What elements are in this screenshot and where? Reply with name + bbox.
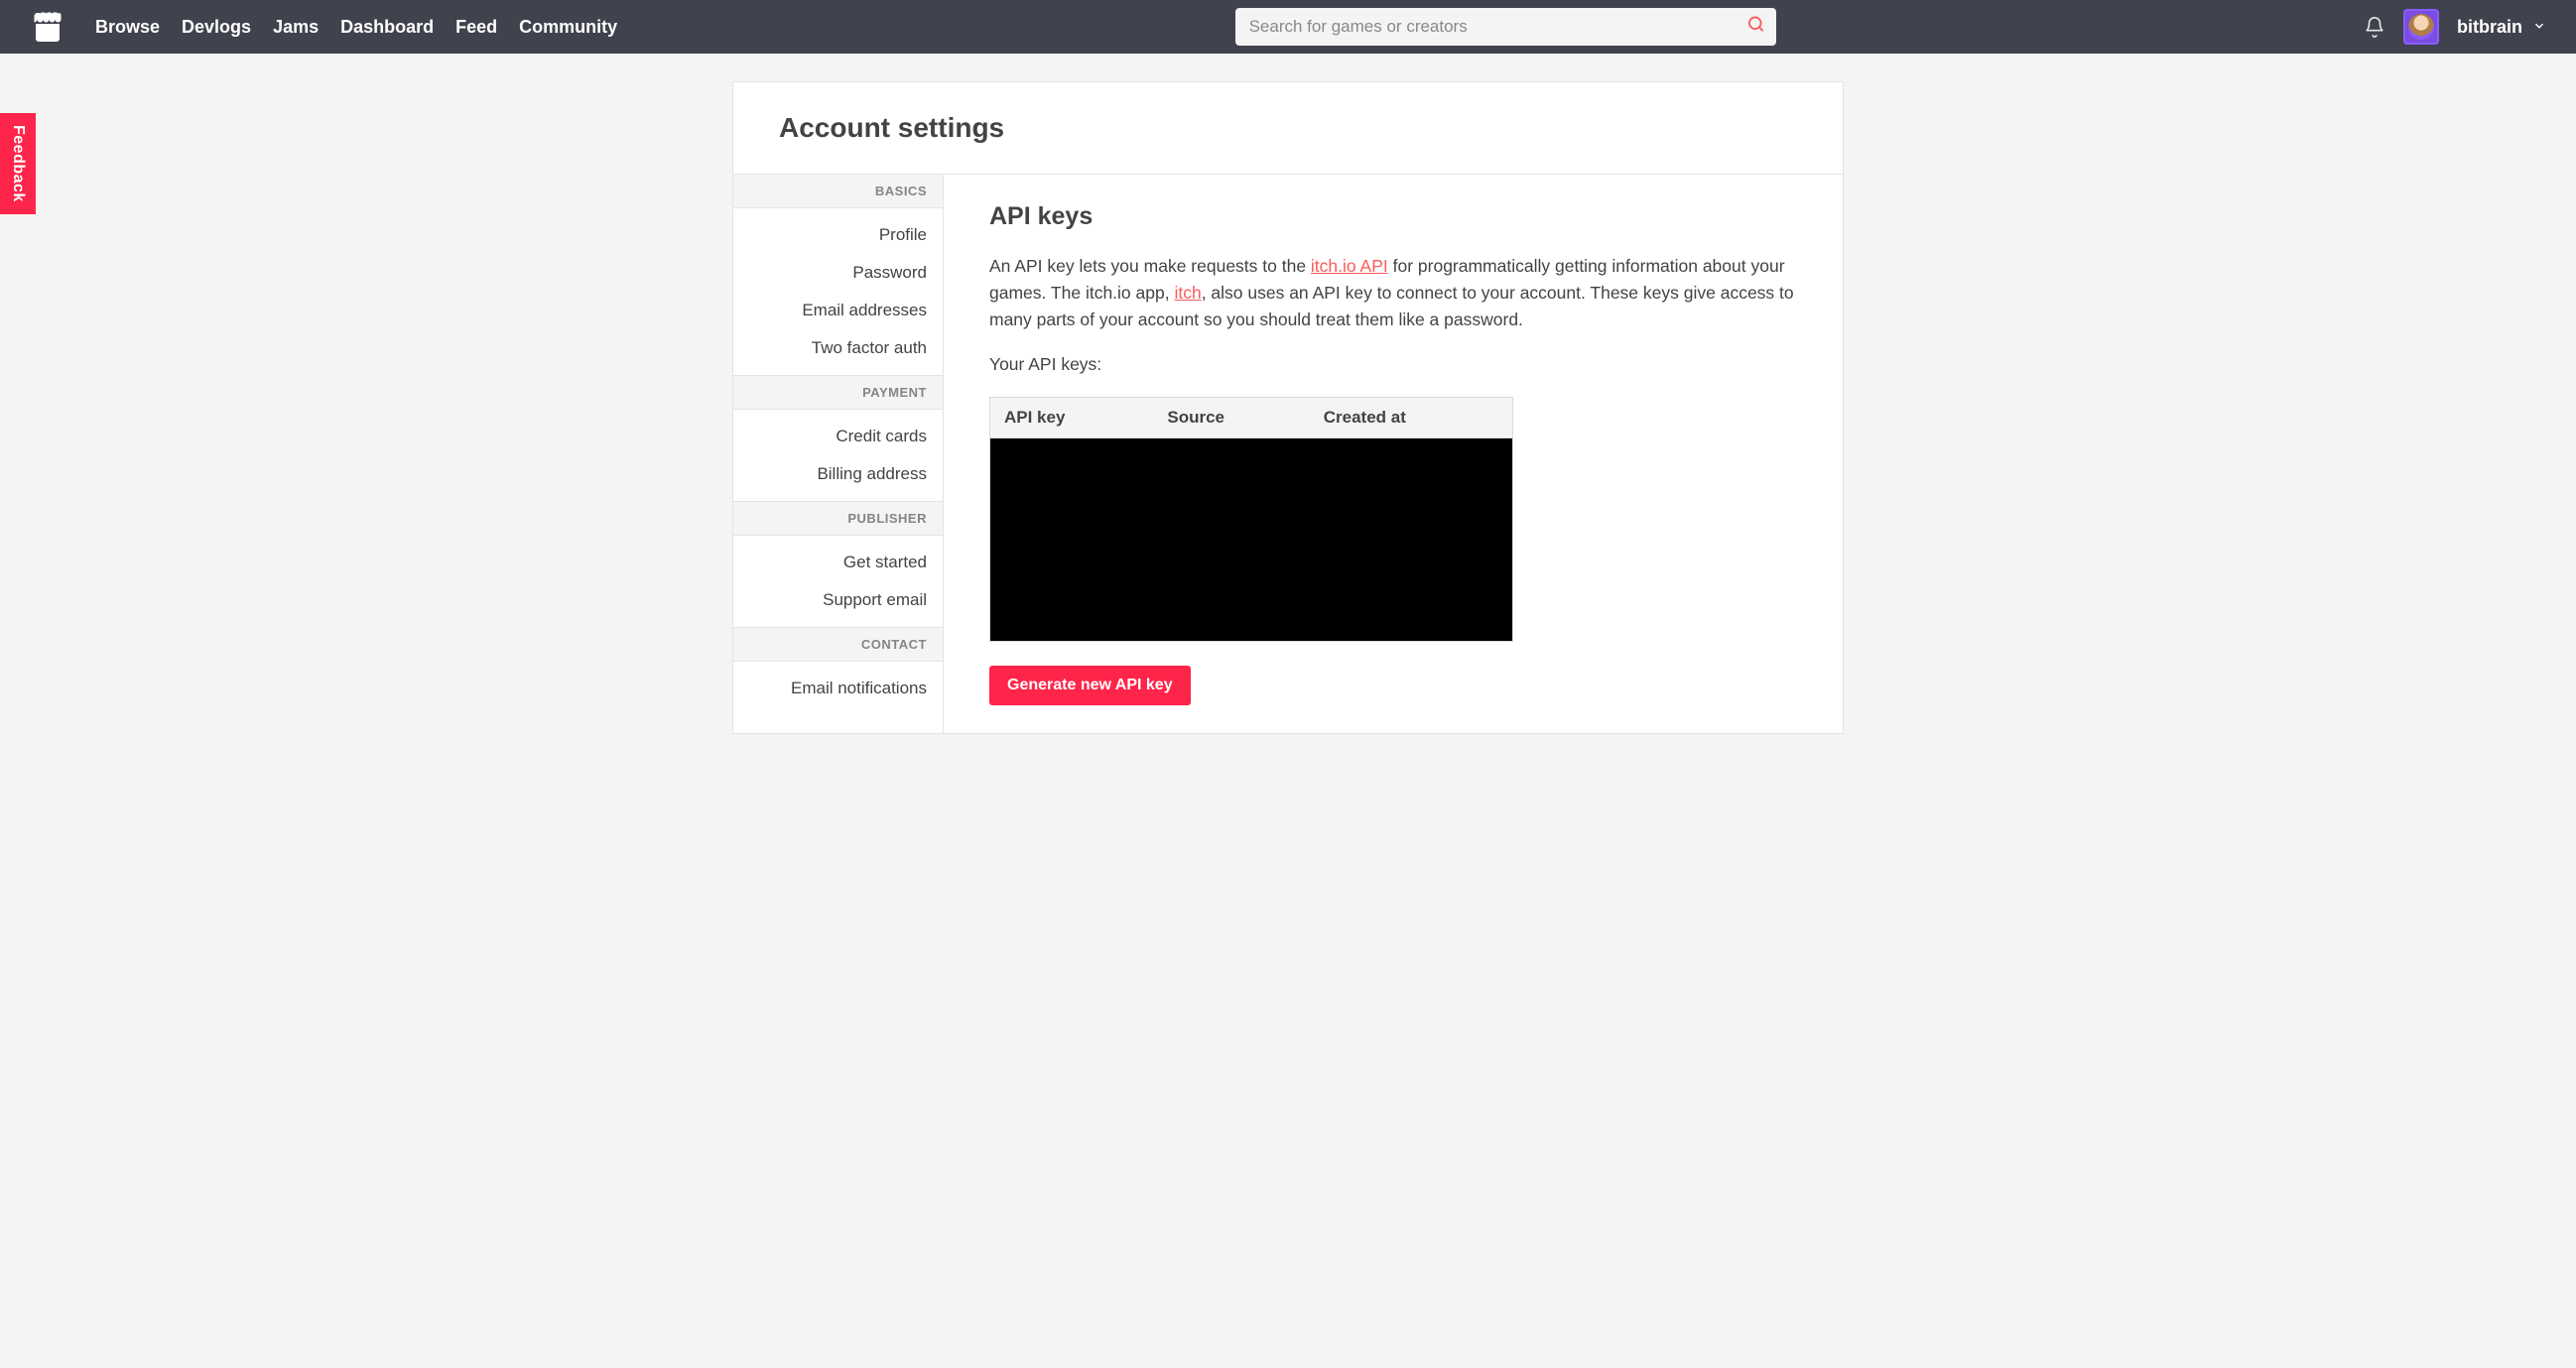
section-heading: API keys	[989, 202, 1797, 231]
sidebar-item-support-email[interactable]: Support email	[733, 581, 943, 619]
top-nav: Browse Devlogs Jams Dashboard Feed Commu…	[0, 0, 2576, 54]
chevron-down-icon	[2532, 17, 2546, 38]
sidebar-header-payment: PAYMENT	[733, 375, 943, 410]
sidebar-item-two-factor[interactable]: Two factor auth	[733, 329, 943, 367]
th-created-at: Created at	[1310, 398, 1512, 438]
sidebar-item-email-notifications[interactable]: Email notifications	[733, 670, 943, 707]
notifications-icon[interactable]	[2364, 16, 2385, 38]
api-keys-table-body-redacted	[990, 437, 1512, 641]
search-icon[interactable]	[1746, 15, 1766, 40]
th-api-key: API key	[990, 398, 1153, 438]
nav-links: Browse Devlogs Jams Dashboard Feed Commu…	[95, 17, 617, 38]
sidebar-item-profile[interactable]: Profile	[733, 216, 943, 254]
sidebar-header-basics: BASICS	[733, 175, 943, 208]
sidebar-header-contact: CONTACT	[733, 627, 943, 662]
generate-api-key-button[interactable]: Generate new API key	[989, 666, 1191, 705]
th-source: Source	[1153, 398, 1309, 438]
avatar[interactable]	[2403, 9, 2439, 45]
nav-devlogs[interactable]: Devlogs	[182, 17, 251, 38]
sidebar-item-billing-address[interactable]: Billing address	[733, 455, 943, 493]
settings-sidebar: BASICS Profile Password Email addresses …	[733, 175, 944, 733]
page-header: Account settings	[733, 82, 1843, 175]
sidebar-item-credit-cards[interactable]: Credit cards	[733, 418, 943, 455]
your-keys-label: Your API keys:	[989, 351, 1797, 378]
feedback-tab[interactable]: Feedback	[0, 113, 36, 214]
username-label: bitbrain	[2457, 17, 2522, 38]
nav-browse[interactable]: Browse	[95, 17, 160, 38]
nav-dashboard[interactable]: Dashboard	[340, 17, 434, 38]
api-keys-table: API key Source Created at	[990, 398, 1512, 642]
right-nav: bitbrain	[2364, 9, 2546, 45]
search-container	[1235, 8, 1776, 46]
main-panel: API keys An API key lets you make reques…	[944, 175, 1843, 733]
intro-paragraph: An API key lets you make requests to the…	[989, 253, 1797, 333]
api-keys-table-wrap: API key Source Created at	[989, 397, 1513, 643]
nav-feed[interactable]: Feed	[455, 17, 497, 38]
link-itchio-api[interactable]: itch.io API	[1311, 256, 1388, 276]
user-menu[interactable]: bitbrain	[2457, 17, 2546, 38]
sidebar-header-publisher: PUBLISHER	[733, 501, 943, 536]
nav-jams[interactable]: Jams	[273, 17, 319, 38]
sidebar-item-email-addresses[interactable]: Email addresses	[733, 292, 943, 329]
sidebar-item-get-started[interactable]: Get started	[733, 544, 943, 581]
link-itch-app[interactable]: itch	[1174, 283, 1201, 303]
sidebar-item-password[interactable]: Password	[733, 254, 943, 292]
site-logo[interactable]	[30, 9, 65, 45]
settings-container: Account settings BASICS Profile Password…	[732, 81, 1844, 734]
nav-community[interactable]: Community	[519, 17, 617, 38]
page-title: Account settings	[779, 112, 1797, 144]
search-input[interactable]	[1235, 8, 1776, 46]
